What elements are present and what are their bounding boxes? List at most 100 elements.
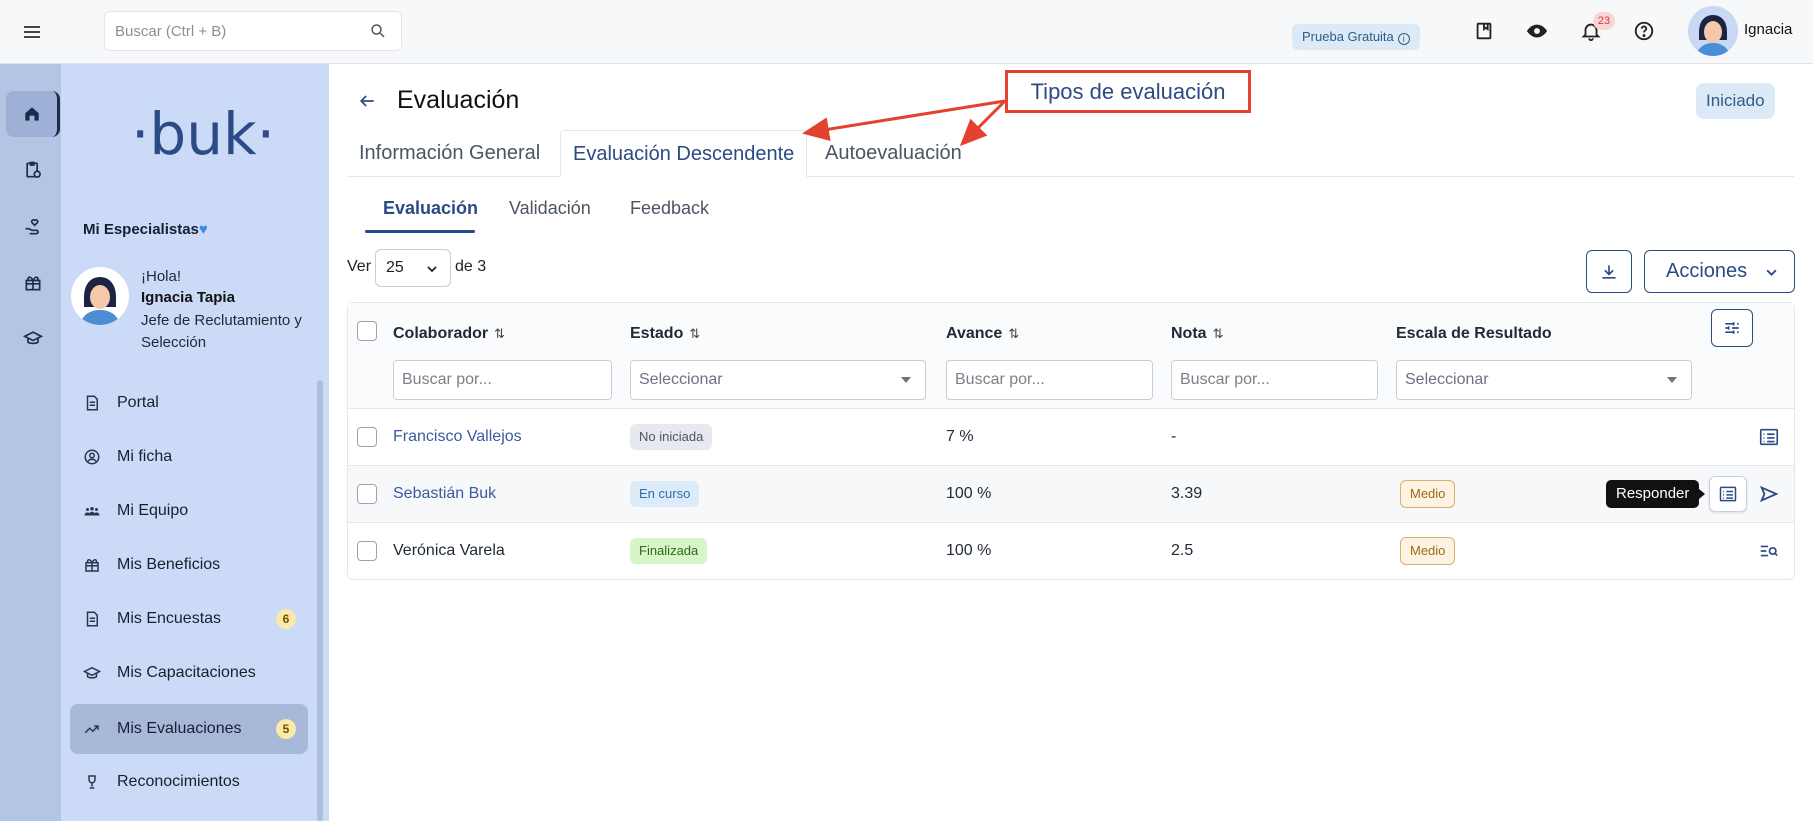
column-settings-button[interactable] [1711,309,1753,347]
avance-value: 100 % [946,485,992,502]
hand-heart-icon[interactable] [6,204,60,250]
page-title: Evaluación [397,86,520,114]
subtab-feedback[interactable]: Feedback [630,184,709,232]
gift-icon [85,558,99,572]
buk-logo[interactable]: ·buk· [131,104,275,164]
tab-autoevaluacion[interactable]: Autoevaluación [813,130,974,177]
eye-icon[interactable] [1526,20,1548,42]
profile-avatar [71,267,129,325]
sidebar-scrollbar[interactable] [317,380,323,821]
search-input[interactable] [115,12,355,50]
table-header: Colaborador ⇅ Estado ⇅ Avance ⇅ Nota ⇅ Escal… [348,303,1794,409]
help-icon[interactable] [1633,20,1655,42]
row-checkbox[interactable] [357,541,377,561]
tab-informacion-general[interactable]: Información General [347,130,552,177]
profile-role: Jefe de Reclutamiento y Selección [141,312,302,351]
trending-icon [84,725,99,734]
back-arrow-icon[interactable] [357,91,377,111]
send-icon[interactable] [1758,483,1780,505]
graduation-cap-icon[interactable] [6,315,60,361]
sidebar-item-mi-ficha[interactable]: Mi ficha [70,432,308,482]
graduation-cap-icon [83,666,101,679]
sidebar-item-label: Reconocimientos [117,773,240,790]
estado-filter-select[interactable]: Seleccionar [630,360,926,400]
chevron-down-icon [427,266,437,273]
caret-down-icon [1667,377,1677,383]
sidebar-item-label: Portal [117,394,159,411]
count-badge: 6 [276,609,296,629]
escala-filter-select[interactable]: Seleccionar [1396,360,1692,400]
avance-value: 100 % [946,542,992,559]
info-icon: i [1397,33,1410,45]
select-all-checkbox[interactable] [357,321,377,341]
download-button[interactable] [1586,250,1632,293]
table-row: Sebastián Buk En curso 100 % 3.39 Medio … [348,466,1794,523]
colaborador-name: Verónica Varela [393,542,505,559]
subtab-validacion[interactable]: Validación [509,184,591,232]
subtab-evaluacion[interactable]: Evaluación [383,184,478,232]
actions-button[interactable]: Acciones [1644,250,1795,293]
colaborador-link[interactable]: Sebastián Buk [393,484,496,504]
column-header-colaborador[interactable]: Colaborador ⇅ [393,325,505,343]
column-header-avance[interactable]: Avance ⇅ [946,325,1019,343]
row-checkbox[interactable] [357,427,377,447]
sidebar-item-mis-encuestas[interactable]: Mis Encuestas 6 [70,594,308,644]
trial-badge[interactable]: Prueba Gratuita i [1292,24,1420,50]
sort-icon[interactable]: ⇅ [689,326,700,342]
avance-filter-input[interactable] [946,360,1153,400]
total-count: de 3 [455,258,487,275]
book-icon[interactable] [1473,20,1495,42]
view-details-icon[interactable] [1758,540,1780,562]
sidebar-item-label: Mis Encuestas [117,610,222,627]
sort-icon[interactable]: ⇅ [1008,326,1019,342]
sort-icon[interactable]: ⇅ [1213,326,1224,342]
count-badge: 5 [276,719,296,739]
sidebar-item-portal[interactable]: Portal [70,378,308,428]
sidebar-item-label: Mis Evaluaciones [117,720,242,737]
tab-evaluacion-descendente[interactable]: Evaluación Descendente [560,130,808,177]
row-checkbox[interactable] [357,484,377,504]
user-circle-icon [84,449,100,465]
notification-count: 23 [1593,12,1615,30]
avance-value: 7 % [946,428,974,445]
team-icon [84,506,100,516]
clipboard-clock-icon[interactable] [6,147,60,193]
sidebar-item-mis-evaluaciones[interactable]: Mis Evaluaciones 5 [70,704,308,754]
sidebar-item-mis-beneficios[interactable]: Mis Beneficios [70,540,308,590]
responder-button[interactable] [1709,476,1747,512]
trophy-icon [88,775,96,789]
form-list-icon[interactable] [1758,426,1780,448]
column-header-escala: Escala de Resultado [1396,325,1552,342]
gift-icon[interactable] [6,260,60,306]
page-size-select[interactable]: 25 [375,249,451,287]
user-avatar[interactable] [1688,6,1738,56]
user-name[interactable]: Ignacia [1744,21,1792,38]
heart-icon: ♥ [198,221,208,238]
colaborador-filter-input[interactable] [393,360,612,400]
nota-value: - [1171,428,1177,445]
document-icon [86,395,98,411]
sidebar-item-mi-equipo[interactable]: Mi Equipo [70,486,308,536]
home-icon[interactable] [6,91,60,137]
chevron-down-icon [1766,269,1777,277]
responder-tooltip: Responder [1606,480,1706,508]
nota-filter-input[interactable] [1171,360,1378,400]
colaborador-link[interactable]: Francisco Vallejos [393,427,522,447]
sidebar-item-label: Mis Capacitaciones [117,664,256,681]
nota-value: 2.5 [1171,542,1194,559]
status-badge: Iniciado [1696,83,1775,119]
search-icon[interactable] [369,22,387,40]
caret-down-icon [901,377,911,383]
sidebar-item-mis-capacitaciones[interactable]: Mis Capacitaciones [70,648,308,698]
greeting: ¡Hola! [141,268,182,285]
sort-icon[interactable]: ⇅ [494,326,505,342]
search-box [104,11,402,51]
menu-icon[interactable] [20,20,44,44]
column-header-nota[interactable]: Nota ⇅ [1171,325,1223,343]
scale-badge: Medio [1400,537,1456,565]
icon-rail [0,64,61,821]
table-row: Francisco Vallejos No iniciada 7 % - [348,409,1794,466]
sidebar-item-reconocimientos[interactable]: Reconocimientos [70,757,308,807]
survey-icon [86,611,98,627]
column-header-estado[interactable]: Estado ⇅ [630,325,700,343]
